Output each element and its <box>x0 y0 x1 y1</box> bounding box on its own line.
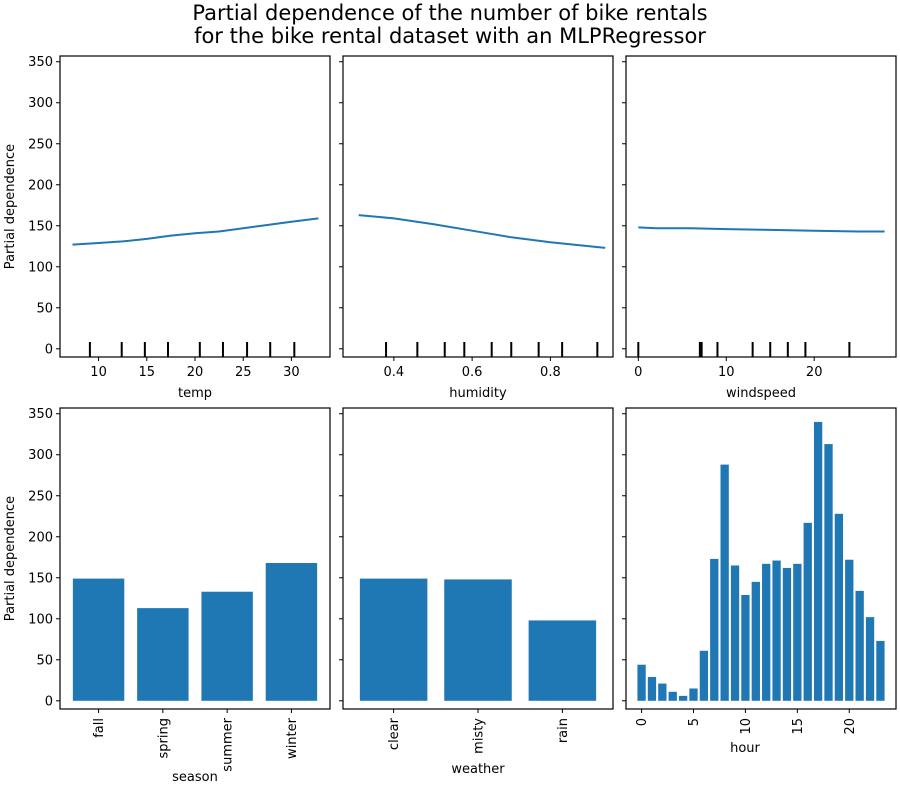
x-tick-label: 15 <box>139 365 156 380</box>
y-tick-label: 50 <box>36 653 53 668</box>
bar-0 <box>637 664 646 701</box>
x-axis-label: temp <box>178 386 212 401</box>
x-tick-label: 20 <box>843 718 858 735</box>
y-tick-label: 200 <box>28 178 53 193</box>
bar-18 <box>824 444 833 701</box>
x-tick-label: 0.4 <box>384 365 405 380</box>
bar-rain <box>528 620 597 701</box>
x-tick-label: 0.6 <box>462 365 483 380</box>
bar-20 <box>845 559 854 701</box>
figure: Partial dependence of the number of bike… <box>3 1 897 785</box>
bar-7 <box>710 558 719 701</box>
y-tick-label: 350 <box>28 407 53 422</box>
axes-frame <box>59 55 331 358</box>
bar-13 <box>772 560 781 701</box>
bar-winter <box>265 563 318 701</box>
y-tick-label: 150 <box>28 571 53 586</box>
x-tick-label: rain <box>556 718 571 743</box>
y-axis-label: Partial dependence <box>3 496 18 621</box>
bar-fall <box>72 578 125 701</box>
x-tick-label: fall <box>92 718 107 738</box>
panel-season: 0 50 100 150 200 250 300 350 Partial dependence f… <box>3 407 331 785</box>
bar-4 <box>678 695 688 701</box>
y-tick-label: 250 <box>28 489 53 504</box>
x-tick-label: 10 <box>718 365 735 380</box>
panel-temp: 0 50 100 150 200 250 300 350 Partial dependence 1… <box>3 55 331 401</box>
bar-10 <box>741 594 750 701</box>
partial-dependence-line <box>358 214 606 249</box>
y-tick-label: 350 <box>28 55 53 70</box>
bar-2 <box>658 683 667 701</box>
bar-9 <box>730 565 740 701</box>
bar-12 <box>762 563 771 701</box>
bar-5 <box>689 688 698 701</box>
x-tick-label: winter <box>285 717 300 759</box>
y-tick-label: 300 <box>28 448 53 463</box>
partial-dependence-line <box>72 217 319 246</box>
y-tick-label: 0 <box>45 694 53 709</box>
x-tick-label: summer <box>221 717 236 771</box>
figure-title-line-2: for the bike rental dataset with an MLPR… <box>194 24 706 48</box>
bar-17 <box>813 421 823 701</box>
bar-16 <box>803 522 812 701</box>
bar-1 <box>647 677 657 701</box>
axes-frame <box>625 55 897 358</box>
bar-8 <box>720 464 729 701</box>
bar-11 <box>751 581 760 701</box>
x-tick-label: 20 <box>187 365 204 380</box>
y-tick-label: 100 <box>28 260 53 275</box>
bar-clear <box>359 578 428 701</box>
y-tick-label: 50 <box>36 301 53 316</box>
bar-spring <box>137 608 189 701</box>
x-tick-label: clear <box>387 717 402 750</box>
bar-misty <box>444 579 512 701</box>
y-tick-label: 250 <box>28 137 53 152</box>
bar-summer <box>201 591 253 701</box>
y-tick-label: 100 <box>28 612 53 627</box>
panel-windspeed: 0 10 20 windspeed <box>622 55 897 401</box>
x-tick-label: 5 <box>687 718 702 726</box>
x-tick-label: misty <box>472 718 487 754</box>
x-tick-label: 10 <box>739 718 754 735</box>
bar-6 <box>699 650 709 701</box>
bar-3 <box>668 691 677 701</box>
bar-23 <box>876 640 885 701</box>
x-tick-label: 25 <box>235 365 252 380</box>
y-tick-label: 300 <box>28 96 53 111</box>
bar-21 <box>855 590 864 701</box>
panel-hour: 0 5 10 15 20 hour <box>622 407 897 756</box>
bar-15 <box>793 563 802 701</box>
x-tick-label: 0.8 <box>540 365 561 380</box>
x-axis-label: hour <box>730 741 760 756</box>
x-tick-label: 30 <box>283 365 300 380</box>
x-tick-label: 15 <box>791 718 806 735</box>
y-axis-label: Partial dependence <box>3 144 18 269</box>
x-tick-label: 10 <box>90 365 107 380</box>
figure-title-line-1: Partial dependence of the number of bike… <box>192 1 707 25</box>
x-tick-label: 0 <box>635 718 650 726</box>
x-axis-label: windspeed <box>726 386 796 401</box>
x-axis-label: humidity <box>449 386 507 401</box>
bar-22 <box>865 617 875 701</box>
x-axis-label: weather <box>451 762 505 777</box>
x-tick-label: 0 <box>634 365 642 380</box>
y-tick-label: 150 <box>28 219 53 234</box>
bar-19 <box>834 513 844 701</box>
x-tick-label: 20 <box>806 365 823 380</box>
y-tick-label: 200 <box>28 530 53 545</box>
y-tick-label: 0 <box>45 342 53 357</box>
panel-humidity: 0.4 0.6 0.8 humidity <box>339 55 614 401</box>
partial-dependence-line <box>638 226 885 233</box>
bar-14 <box>782 567 792 701</box>
x-tick-label: spring <box>156 718 171 758</box>
panel-weather: clear misty rain weather <box>339 407 614 777</box>
axes-frame <box>342 55 614 358</box>
x-axis-label: season <box>172 770 218 785</box>
